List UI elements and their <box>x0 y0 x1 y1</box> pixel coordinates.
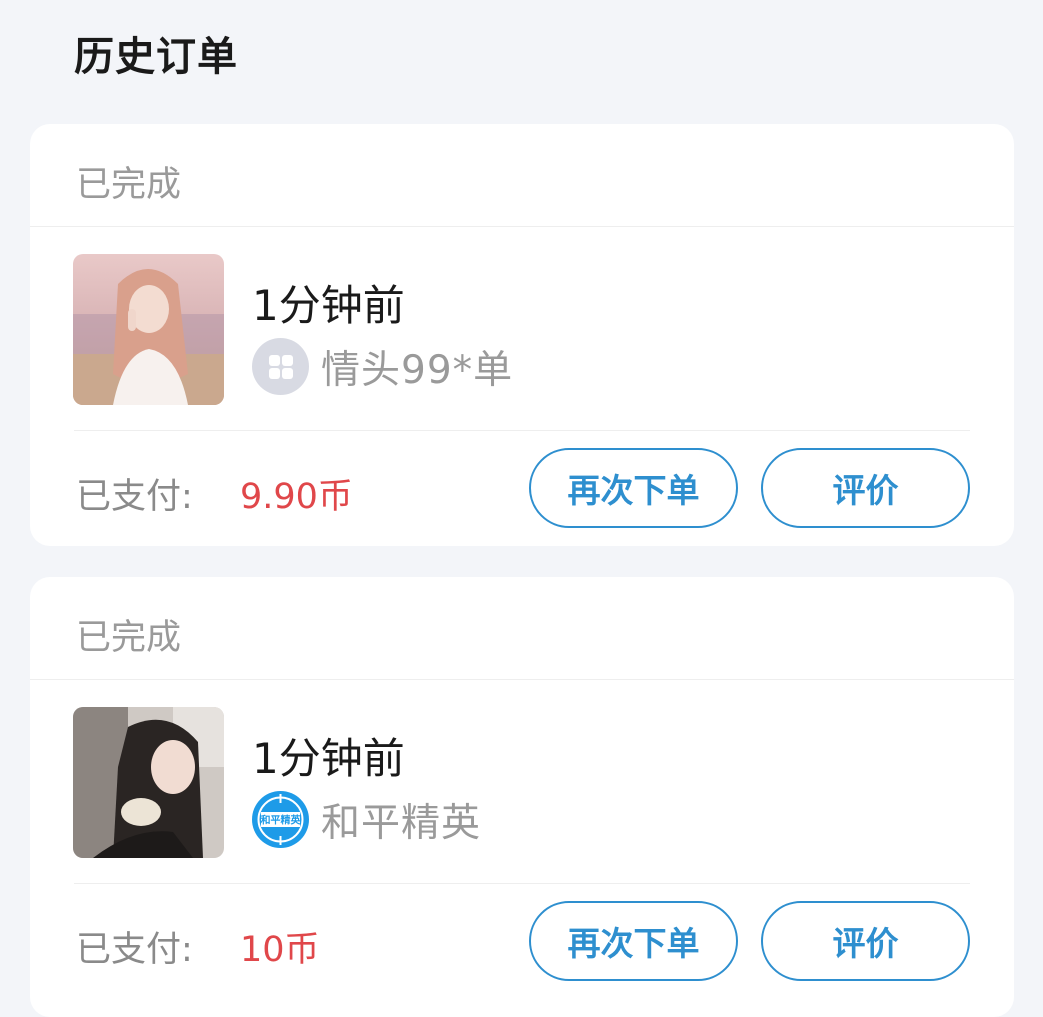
reorder-button[interactable]: 再次下单 <box>529 901 738 981</box>
divider <box>30 226 1014 227</box>
review-button[interactable]: 评价 <box>761 448 970 528</box>
game-name: 情头99*单 <box>321 347 514 393</box>
order-status: 已完成 <box>76 618 182 658</box>
avatar[interactable] <box>73 707 224 858</box>
grid-app-icon <box>252 338 309 395</box>
paid-amount: 9.90币 <box>240 477 353 517</box>
avatar-image <box>73 254 224 405</box>
peace-elite-game-icon: 和平精英 <box>252 791 309 848</box>
page-title: 历史订单 <box>74 34 238 80</box>
paid-label: 已支付: <box>76 477 193 517</box>
order-time: 1分钟前 <box>252 281 405 330</box>
order-card[interactable]: 已完成 1分钟前 和平精英 和平精英 已支付: 10币 再次下单 评价 <box>30 577 1014 1017</box>
review-button[interactable]: 评价 <box>761 901 970 981</box>
divider <box>74 883 970 884</box>
game-icon-text: 和平精英 <box>260 814 302 827</box>
game-info: 和平精英 和平精英 <box>252 791 481 848</box>
avatar[interactable] <box>73 254 224 405</box>
payment-info: 已支付: 10币 <box>76 921 320 972</box>
divider <box>74 430 970 431</box>
reorder-button[interactable]: 再次下单 <box>529 448 738 528</box>
game-name: 和平精英 <box>321 800 482 846</box>
paid-label: 已支付: <box>76 930 193 970</box>
payment-info: 已支付: 9.90币 <box>76 468 353 519</box>
order-time: 1分钟前 <box>252 734 405 783</box>
game-info: 情头99*单 <box>252 338 513 395</box>
divider <box>30 679 1014 680</box>
paid-amount: 10币 <box>240 930 320 970</box>
order-card[interactable]: 已完成 1分钟前 情头99*单 已支付: 9.90币 再次下单 评价 <box>30 124 1014 546</box>
avatar-image <box>73 707 224 858</box>
order-status: 已完成 <box>76 165 182 205</box>
